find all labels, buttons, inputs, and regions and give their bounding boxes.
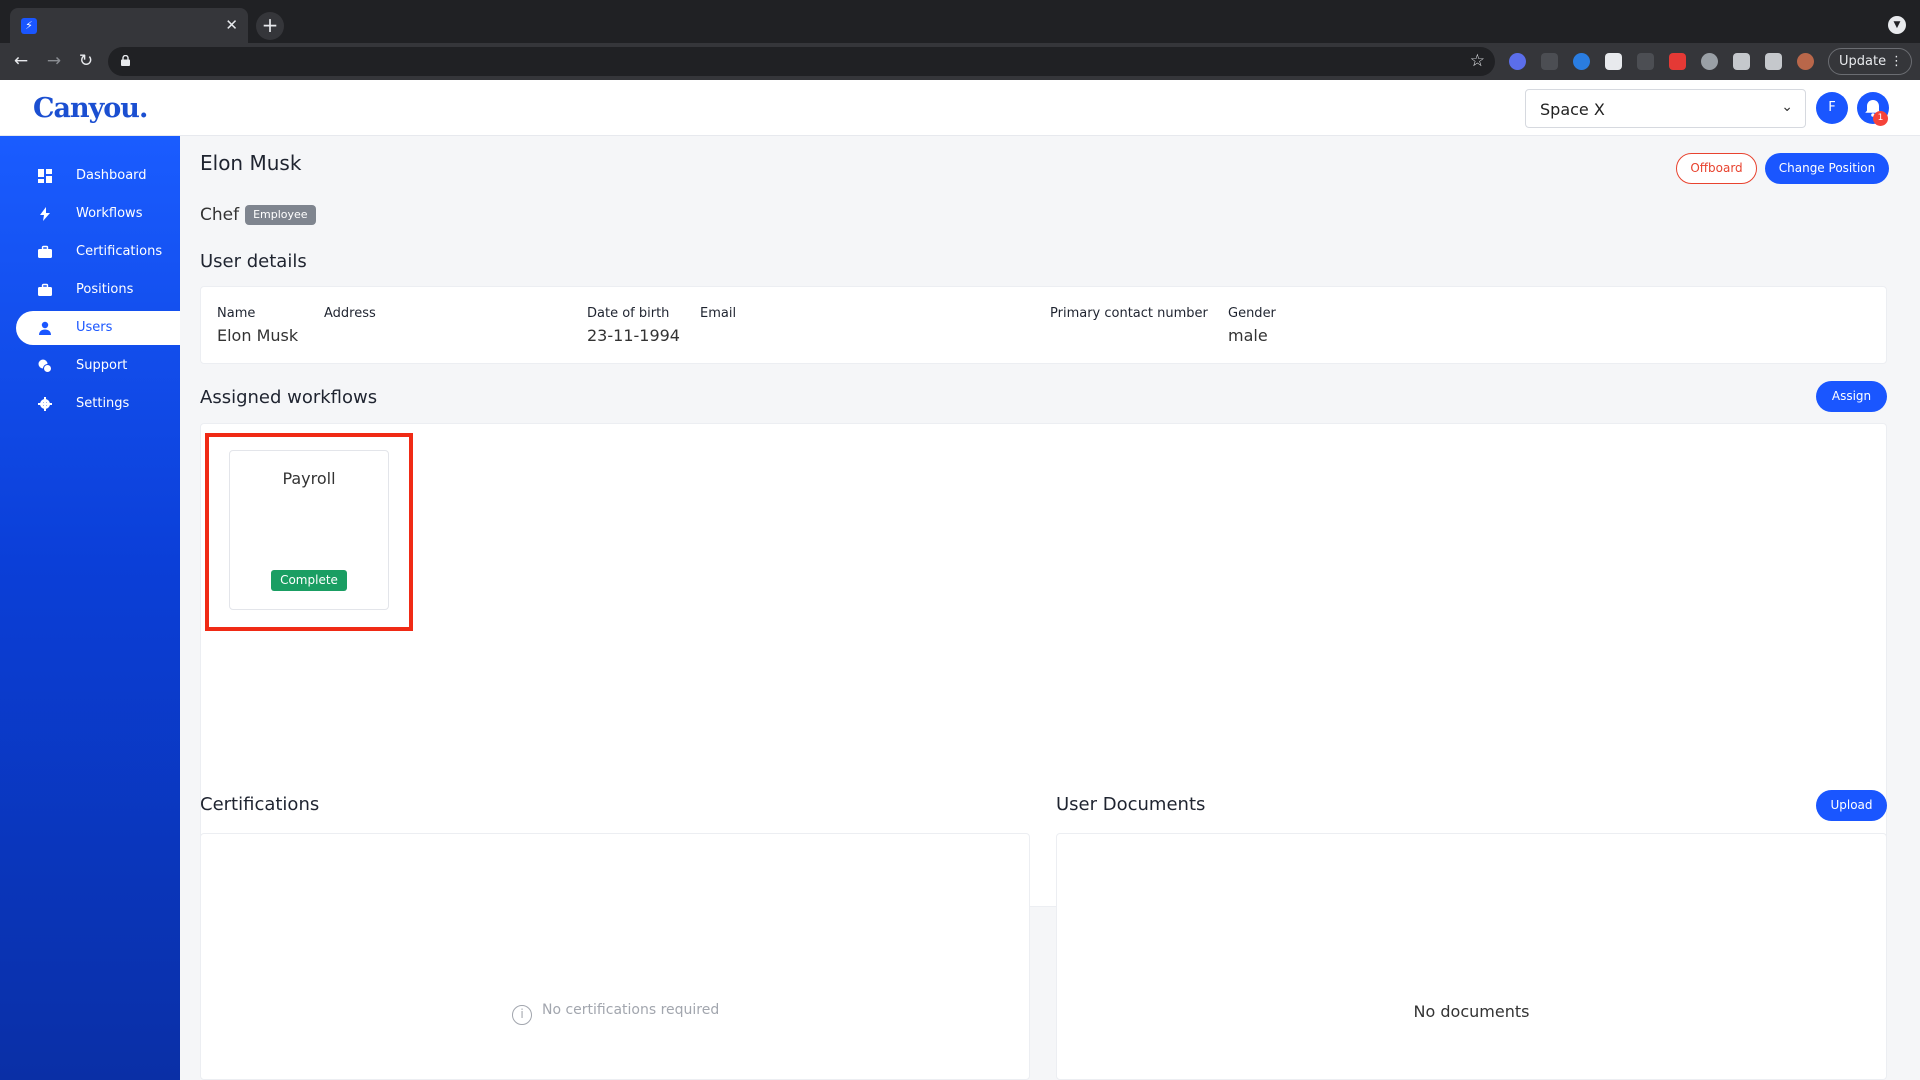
sidebar-item-label: Workflows (76, 206, 143, 221)
contact-label: Primary contact number (1050, 306, 1208, 321)
certifications-card: i No certifications required (200, 833, 1030, 1080)
empty-certifications-text: No certifications required (542, 1002, 720, 1018)
extension-icon[interactable] (1509, 53, 1526, 70)
user-documents-heading: User Documents (1056, 794, 1206, 815)
address-bar[interactable]: ☆ (108, 47, 1495, 76)
offboard-button[interactable]: Offboard (1676, 153, 1757, 184)
extension-icon[interactable] (1573, 53, 1590, 70)
sidebar-item-label: Positions (76, 282, 134, 297)
dashboard-icon (38, 169, 52, 183)
gender-value: male (1228, 326, 1268, 345)
canyou-favicon-icon: ⚡ (21, 18, 37, 34)
sidebar-item-users[interactable]: Users (16, 311, 180, 345)
chevron-down-icon: ⌄ (1781, 99, 1793, 115)
assign-button[interactable]: Assign (1816, 381, 1887, 412)
extension-icon[interactable] (1541, 53, 1558, 70)
documents-card: No documents (1056, 833, 1887, 1080)
dob-label: Date of birth (587, 306, 670, 321)
page-title: Elon Musk (200, 151, 302, 175)
sidebar-item-support[interactable]: Support (16, 349, 180, 383)
browser-tab-bar: ⚡ ✕ + ▼ (0, 0, 1920, 43)
update-label: Update (1839, 54, 1887, 69)
browser-tab[interactable]: ⚡ ✕ (10, 8, 248, 43)
sidebar-item-label: Settings (76, 396, 130, 411)
role-badge: Employee (245, 205, 316, 225)
tab-search-icon[interactable]: ▼ (1888, 16, 1906, 34)
briefcase-icon (38, 245, 52, 258)
empty-certifications: i No certifications required (512, 1002, 719, 1025)
new-tab-button[interactable]: + (256, 12, 284, 40)
space-select[interactable]: Space X ⌄ (1525, 89, 1806, 128)
back-icon[interactable]: ← (10, 50, 32, 72)
update-button[interactable]: Update ⋮ (1828, 48, 1912, 75)
sidebar-item-label: Support (76, 358, 128, 373)
gender-label: Gender (1228, 306, 1276, 321)
media-queue-icon[interactable] (1765, 53, 1782, 70)
bookmark-star-icon[interactable]: ☆ (1470, 51, 1485, 71)
main-content: Elon Musk Offboard Change Position Chef E… (180, 136, 1920, 1080)
gear-icon (38, 397, 52, 411)
info-icon: i (512, 1005, 532, 1025)
extension-icon[interactable] (1701, 53, 1718, 70)
highlight-annotation (205, 433, 413, 631)
browser-toolbar: ← → ↻ ☆ Update ⋮ (0, 43, 1920, 80)
user-details-heading: User details (200, 251, 307, 272)
extension-icon[interactable] (1637, 53, 1654, 70)
sidebar-item-workflows[interactable]: Workflows (16, 197, 180, 231)
briefcase-icon (38, 283, 52, 296)
user-details-card: Name Elon Musk Address Date of birth 23-… (200, 286, 1887, 364)
name-label: Name (217, 306, 256, 321)
sidebar: Dashboard Workflows Certifications Posit… (0, 136, 180, 1080)
upload-button[interactable]: Upload (1816, 790, 1887, 821)
menu-dots-icon: ⋮ (1890, 54, 1903, 69)
sidebar-item-positions[interactable]: Positions (16, 273, 180, 307)
chat-icon (38, 359, 52, 373)
profile-icon[interactable] (1797, 53, 1814, 70)
email-label: Email (700, 306, 737, 321)
canyou-logo[interactable]: Canyou. (33, 93, 148, 124)
empty-documents-text: No documents (1413, 1002, 1530, 1021)
lock-icon (121, 55, 130, 66)
user-icon (39, 321, 51, 335)
puzzle-icon[interactable] (1733, 53, 1750, 70)
sidebar-item-label: Dashboard (76, 168, 147, 183)
extension-icon[interactable] (1605, 53, 1622, 70)
certifications-heading: Certifications (200, 794, 320, 815)
sidebar-item-settings[interactable]: Settings (16, 387, 180, 421)
reload-icon[interactable]: ↻ (75, 50, 97, 72)
avatar[interactable]: F (1816, 92, 1848, 124)
name-value: Elon Musk (217, 326, 299, 345)
sidebar-item-dashboard[interactable]: Dashboard (16, 159, 180, 193)
position-title: Chef (200, 205, 240, 225)
sidebar-item-certifications[interactable]: Certifications (16, 235, 180, 269)
close-tab-icon[interactable]: ✕ (225, 16, 238, 34)
position-line: Chef Employee (200, 205, 316, 225)
address-label: Address (324, 306, 376, 321)
notification-badge: 1 (1873, 111, 1888, 126)
dob-value: 23-11-1994 (587, 326, 680, 345)
sidebar-item-label: Certifications (76, 244, 163, 259)
change-position-button[interactable]: Change Position (1765, 153, 1889, 184)
forward-icon[interactable]: → (43, 50, 65, 72)
extension-icon[interactable] (1669, 53, 1686, 70)
space-select-value: Space X (1540, 100, 1605, 119)
assigned-workflows-heading: Assigned workflows (200, 387, 378, 408)
sidebar-item-label: Users (76, 320, 113, 335)
lightning-icon (40, 207, 50, 221)
app-header: Canyou. Space X ⌄ F 1 (0, 80, 1920, 136)
